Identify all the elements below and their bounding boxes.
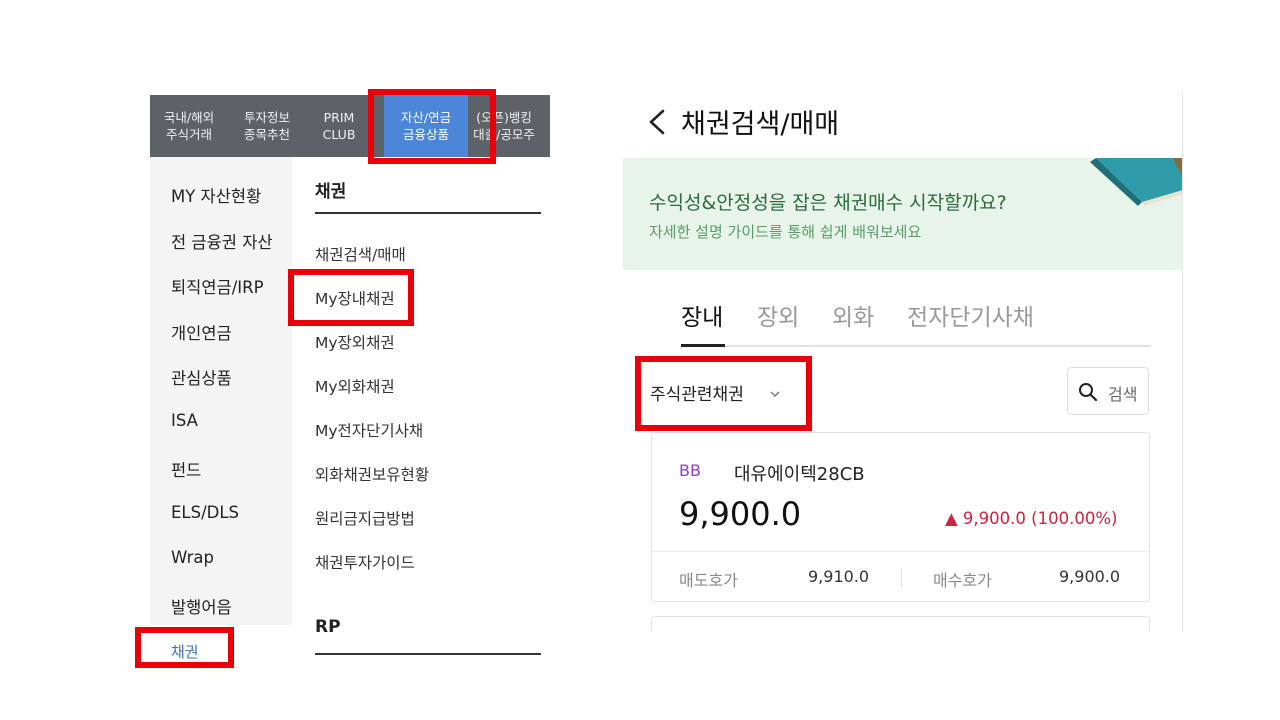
submenu-item-my-otc-bonds[interactable]: My장외채권 [315,331,395,353]
submenu-item-foreign-bond-holdings[interactable]: 외화채권보유현황 [315,463,429,485]
nav-tab-line2: 대출/공모주 [473,127,535,142]
book-illustration-icon [1090,158,1183,206]
tab-listed[interactable]: 장내 [681,298,723,332]
banner-title: 수익성&안정성을 잡은 채권매수 시작할까요? [649,192,1007,214]
nav-tab-line1: 국내/해외 [163,110,215,125]
tab-foreign[interactable]: 외화 [832,298,874,332]
chevron-down-icon[interactable] [770,390,780,398]
submenu-section-title-bonds: 채권 [315,182,347,202]
search-icon [1079,383,1098,402]
nav-tab-line2: 주식거래 [165,127,212,142]
submenu-item-payment-method[interactable]: 원리금지급방법 [315,507,415,529]
bond-rating-badge: BB [679,461,701,480]
tab-short-term-bonds[interactable]: 전자단기사채 [907,298,1034,332]
submenu-item-my-short-term-bonds[interactable]: My전자단기사채 [315,419,423,441]
ask-value: 9,910.0 [808,567,870,586]
nav-tab-prime-club[interactable]: PRIM CLUB [306,95,372,157]
bond-name: 대유에이텍28CB [734,464,865,485]
nav-tab-line1: PRIM [323,110,355,125]
submenu-item-bond-search[interactable]: 채권검색/매매 [315,243,406,265]
sidebar: MY 자산현황 전 금융권 자산 퇴직연금/IRP 개인연금 관심상품 ISA … [150,157,292,625]
app-header: 채권검색/매매 [623,92,1183,152]
bid-label: 매수호가 [933,571,992,590]
sidebar-item-els-dls[interactable]: ELS/DLS [171,503,239,522]
bond-price-change: ▲ 9,900.0 (100.00%) [945,509,1118,528]
bond-card[interactable]: BB 대유에이텍28CB 9,900.0 ▲ 9,900.0 (100.00%)… [651,432,1150,602]
banner-subtitle: 자세한 설명 가이드를 통해 쉽게 배워보세요 [649,223,922,241]
sidebar-item-isa[interactable]: ISA [171,411,198,430]
nav-tab-line2: 종목추천 [243,127,290,142]
top-nav: 국내/해외 주식거래 투자정보 종목추천 PRIM CLUB 자산/연금 금융상… [150,95,550,157]
card-divider [652,551,1149,552]
market-tabs: 장내 장외 외화 전자단기사채 [681,298,1151,348]
sidebar-item-all-financial-assets[interactable]: 전 금융권 자산 [171,229,273,253]
nav-tab-line1: 자산/연금 [400,110,452,125]
submenu-divider [315,653,541,655]
sidebar-item-wrap[interactable]: Wrap [171,548,214,567]
bond-card[interactable] [651,616,1150,632]
sidebar-item-personal-pension[interactable]: 개인연금 [171,320,232,344]
submenu-divider [315,212,541,214]
search-label: 검색 [1108,385,1138,404]
category-dropdown[interactable]: 주식관련채권 [650,380,744,405]
nav-tab-domestic-overseas[interactable]: 국내/해외 주식거래 [150,95,228,157]
search-button[interactable]: 검색 [1067,367,1149,415]
nav-tab-open-banking[interactable]: (오픈)뱅킹 대출/공모주 [468,95,540,157]
menu-panel: 국내/해외 주식거래 투자정보 종목추천 PRIM CLUB 자산/연금 금융상… [150,95,550,685]
nav-tab-line1: 투자정보 [243,110,290,125]
panel-border [1182,92,1183,632]
bid-value: 9,900.0 [1059,567,1121,586]
nav-tab-assets-products[interactable]: 자산/연금 금융상품 [384,95,468,157]
nav-tab-investment-info[interactable]: 투자정보 종목추천 [228,95,306,157]
active-tab-indicator [681,344,725,347]
tab-otc[interactable]: 장외 [757,298,799,332]
nav-tab-line1: (오픈)뱅킹 [476,110,532,125]
submenu-item-bond-guide[interactable]: 채권투자가이드 [315,551,415,573]
sidebar-item-fund[interactable]: 펀드 [171,457,201,481]
promo-banner[interactable]: 수익성&안정성을 잡은 채권매수 시작할까요? 자세한 설명 가이드를 통해 쉽… [623,158,1183,270]
submenu-section-title-rp: RP [315,617,341,637]
sidebar-item-watchlist[interactable]: 관심상품 [171,365,232,389]
back-arrow-icon[interactable] [645,108,673,136]
page-title: 채권검색/매매 [681,109,840,140]
nav-tab-line2: CLUB [322,127,356,142]
sidebar-item-issued-notes[interactable]: 발행어음 [171,594,232,618]
bond-price: 9,900.0 [679,495,802,533]
bond-app-screen: 채권검색/매매 수익성&안정성을 잡은 채권매수 시작할까요? 자세한 설명 가… [623,92,1185,632]
ask-label: 매도호가 [679,571,738,590]
sidebar-item-my-assets[interactable]: MY 자산현황 [171,183,261,207]
submenu-item-my-foreign-bonds[interactable]: My외화채권 [315,375,395,397]
sidebar-item-bonds[interactable]: 채권 [171,641,199,662]
quote-separator [901,569,902,587]
submenu-item-my-listed-bonds[interactable]: My장내채권 [315,287,395,309]
nav-tab-line2: 금융상품 [402,127,449,142]
sidebar-item-pension-irp[interactable]: 퇴직연금/IRP [171,274,264,298]
tab-divider [681,345,1151,347]
